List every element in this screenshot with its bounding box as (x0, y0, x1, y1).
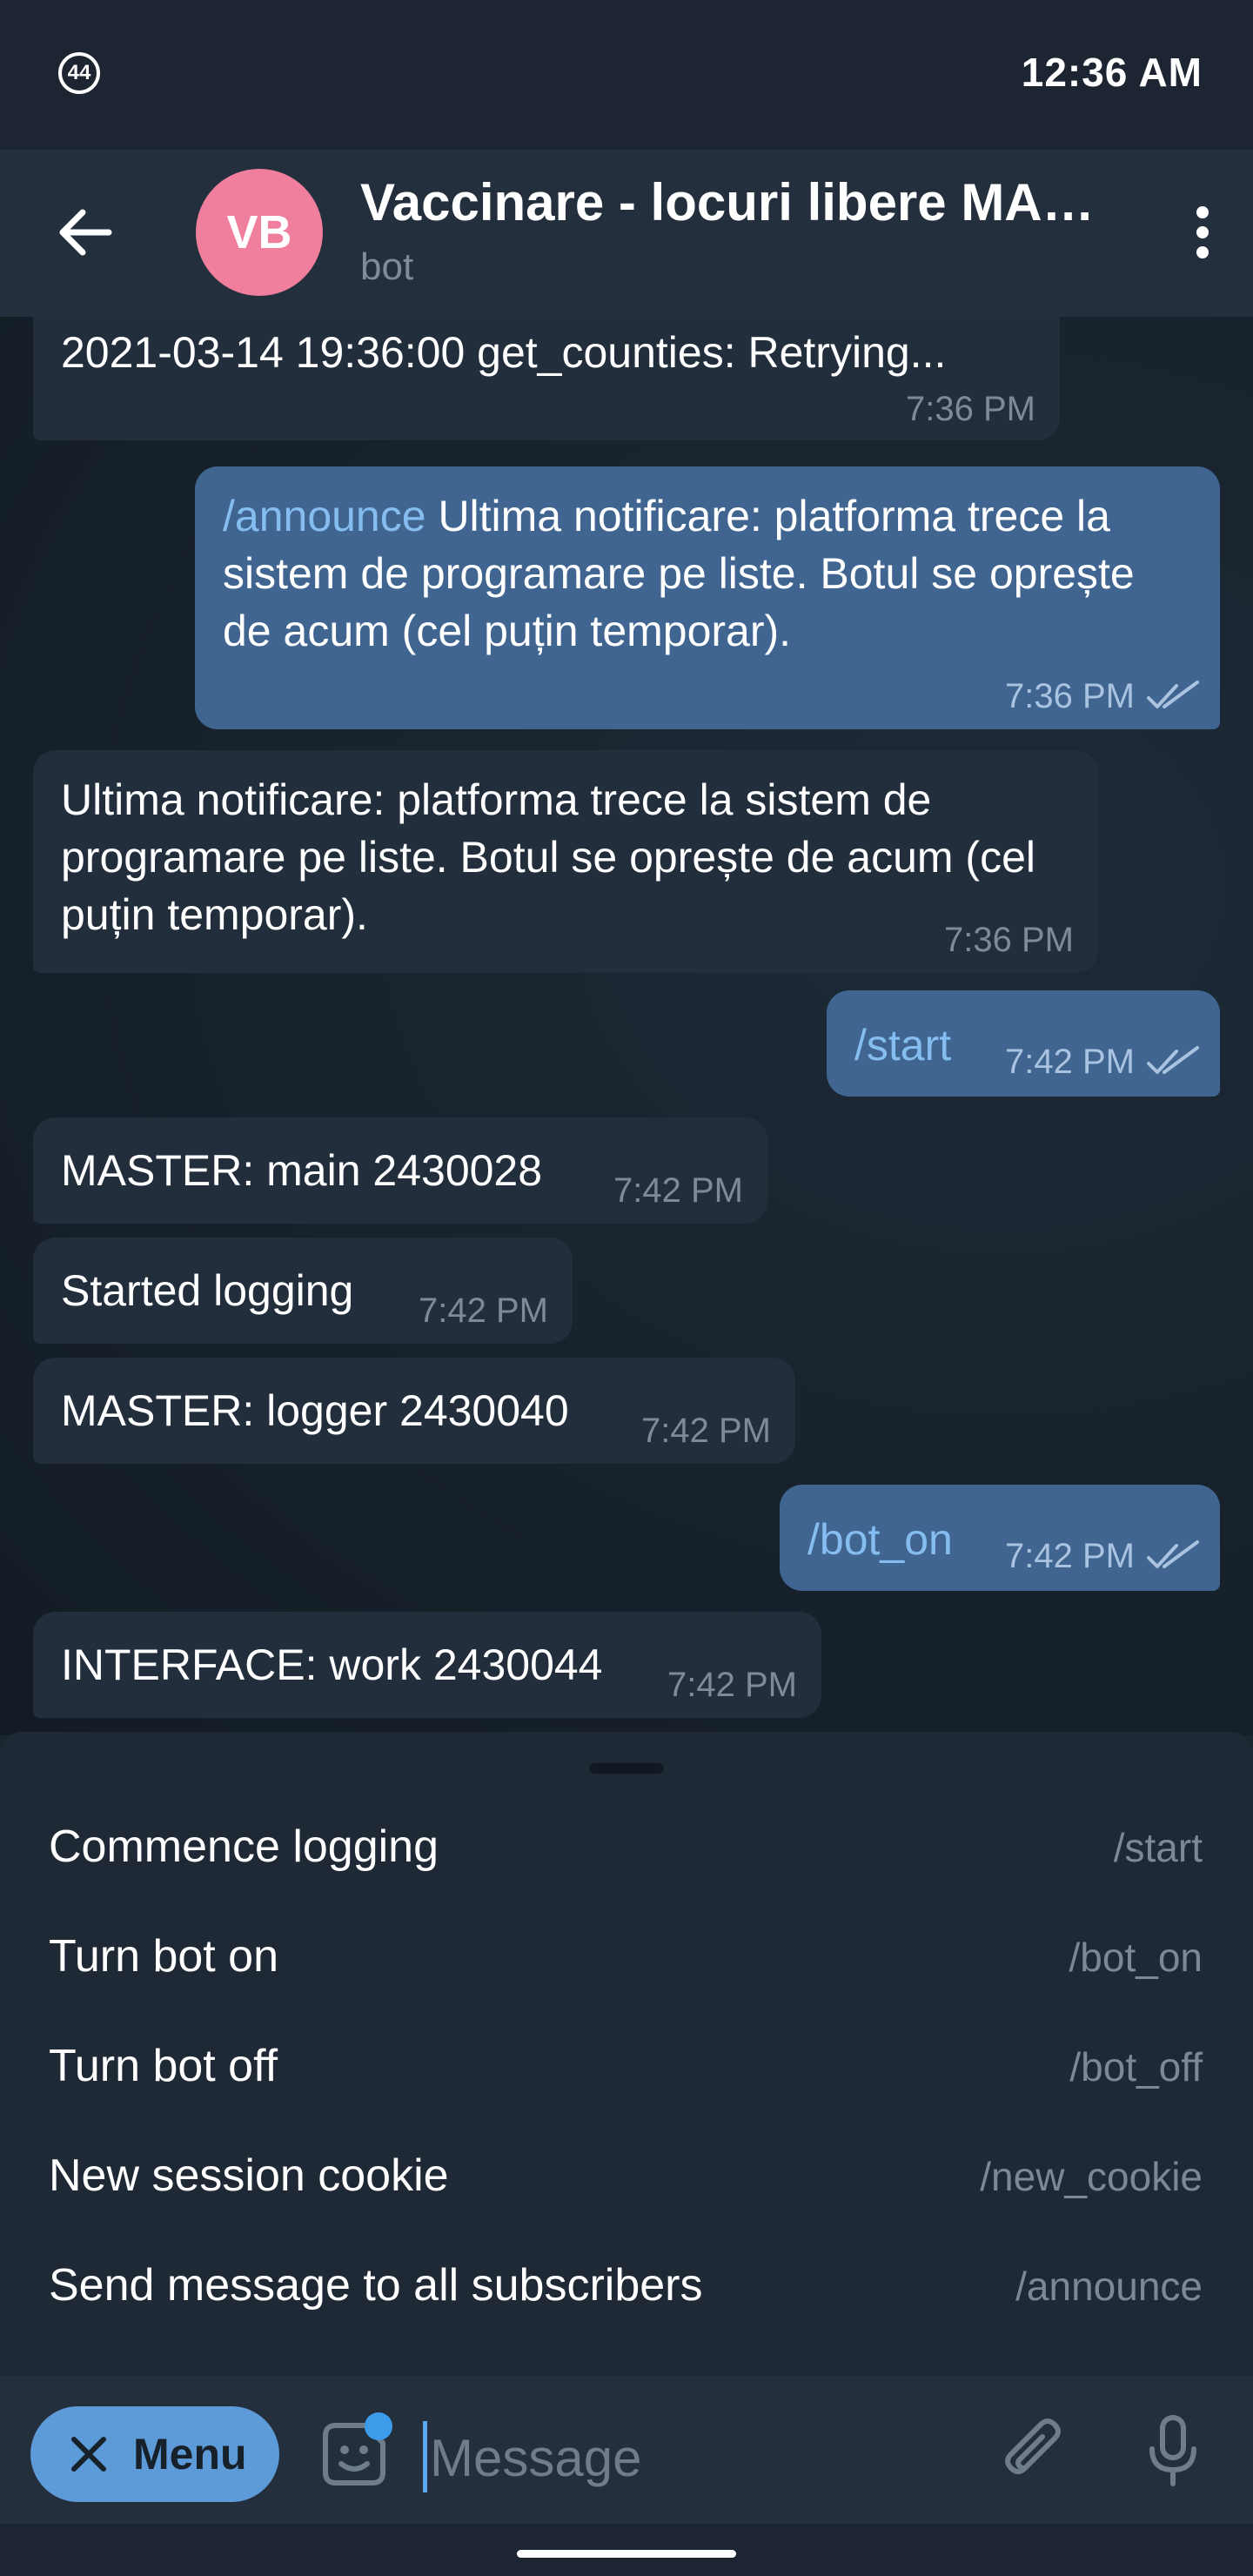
message-outgoing[interactable]: /bot_on 7:42 PM (780, 1485, 1220, 1591)
status-time: 12:36 AM (1021, 50, 1203, 95)
command-link[interactable]: /start (854, 1021, 951, 1070)
command-link[interactable]: /bot_on (807, 1515, 953, 1564)
command-row-bot-off[interactable]: Turn bot off /bot_off (0, 2012, 1253, 2122)
message-time: 7:42 PM (667, 1666, 797, 1704)
more-vertical-icon (1196, 206, 1209, 258)
command-description: Send message to all subscribers (49, 2260, 703, 2311)
command-description: Turn bot off (49, 2041, 278, 2091)
message-text: /announce Ultima notificare: platforma t… (223, 492, 1135, 655)
system-navigation-bar (0, 2524, 1253, 2576)
double-check-icon (1147, 1046, 1199, 1074)
command-name: /bot_off (1069, 2044, 1203, 2090)
attach-button[interactable] (992, 2409, 1075, 2492)
double-check-icon (1147, 681, 1199, 708)
command-link[interactable]: /announce (223, 492, 426, 540)
chat-title[interactable]: Vaccinare - locuri libere MASTER (360, 172, 1109, 232)
message-list[interactable]: 2021-03-14 19:36:00 get_counties: Retryi… (0, 317, 1253, 1735)
command-row-bot-on[interactable]: Turn bot on /bot_on (0, 1902, 1253, 2012)
back-arrow-icon (59, 209, 112, 256)
message-time: 7:42 PM (1005, 1043, 1135, 1081)
drag-handle[interactable] (589, 1763, 664, 1774)
close-icon (71, 2437, 106, 2472)
message-incoming[interactable]: 2021-03-14 19:36:00 get_counties: Retryi… (33, 317, 1060, 440)
menu-button-label: Menu (133, 2430, 247, 2479)
command-name: /new_cookie (980, 2154, 1203, 2199)
command-name: /start (1113, 1825, 1203, 1870)
microphone-icon (1149, 2415, 1196, 2486)
bot-commands-panel: Commence logging /start Turn bot on /bot… (0, 1732, 1253, 2376)
message-text: Ultima notificare: platforma trece la si… (61, 775, 1035, 939)
message-text: 2021-03-14 19:36:00 get_counties: Retryi… (61, 328, 947, 377)
message-incoming[interactable]: Ultima notificare: platforma trece la si… (33, 750, 1098, 973)
message-time: 7:42 PM (613, 1171, 743, 1210)
chat-header: VB Vaccinare - locuri libere MASTER bot (0, 150, 1253, 317)
message-incoming[interactable]: MASTER: main 2430028 7:42 PM (33, 1117, 767, 1224)
message-composer: Menu (0, 2376, 1253, 2524)
back-button[interactable] (48, 193, 126, 272)
new-sticker-indicator (365, 2412, 392, 2440)
paperclip-icon (1005, 2418, 1061, 2474)
message-time: 7:42 PM (641, 1412, 771, 1450)
voice-record-button[interactable] (1131, 2409, 1215, 2492)
more-options-button[interactable] (1176, 193, 1229, 272)
command-name: /announce (1015, 2264, 1203, 2309)
message-input[interactable] (428, 2418, 954, 2498)
message-outgoing[interactable]: /start 7:42 PM (827, 990, 1220, 1097)
command-description: Commence logging (49, 1821, 439, 1872)
command-description: Turn bot on (49, 1931, 279, 1982)
message-incoming[interactable]: Started logging 7:42 PM (33, 1238, 573, 1344)
message-text: /bot_on (807, 1511, 1194, 1568)
message-outgoing[interactable]: /announce Ultima notificare: platforma t… (195, 466, 1220, 729)
message-time: 7:42 PM (419, 1291, 548, 1330)
notification-badge-icon: 44 (58, 52, 100, 94)
chat-subtitle: bot (360, 245, 414, 288)
message-time: 7:36 PM (944, 921, 1074, 959)
message-time: 7:36 PM (906, 390, 1035, 428)
command-row-start[interactable]: Commence logging /start (0, 1793, 1253, 1902)
avatar[interactable]: VB (196, 169, 323, 296)
message-time: 7:36 PM (1005, 677, 1135, 715)
home-gesture-handle[interactable] (517, 2550, 736, 2558)
command-row-announce[interactable]: Send message to all subscribers /announc… (0, 2231, 1253, 2341)
command-description: New session cookie (49, 2150, 449, 2201)
command-row-new-cookie[interactable]: New session cookie /new_cookie (0, 2122, 1253, 2231)
message-time: 7:42 PM (1005, 1537, 1135, 1575)
double-check-icon (1147, 1540, 1199, 1568)
status-bar: 44 12:36 AM (0, 0, 1253, 150)
message-incoming[interactable]: INTERFACE: work 2430044 7:42 PM (33, 1612, 821, 1718)
text-cursor (423, 2421, 427, 2492)
command-name: /bot_on (1069, 1935, 1203, 1980)
message-incoming[interactable]: MASTER: logger 2430040 7:42 PM (33, 1358, 795, 1464)
menu-button[interactable]: Menu (30, 2406, 279, 2502)
